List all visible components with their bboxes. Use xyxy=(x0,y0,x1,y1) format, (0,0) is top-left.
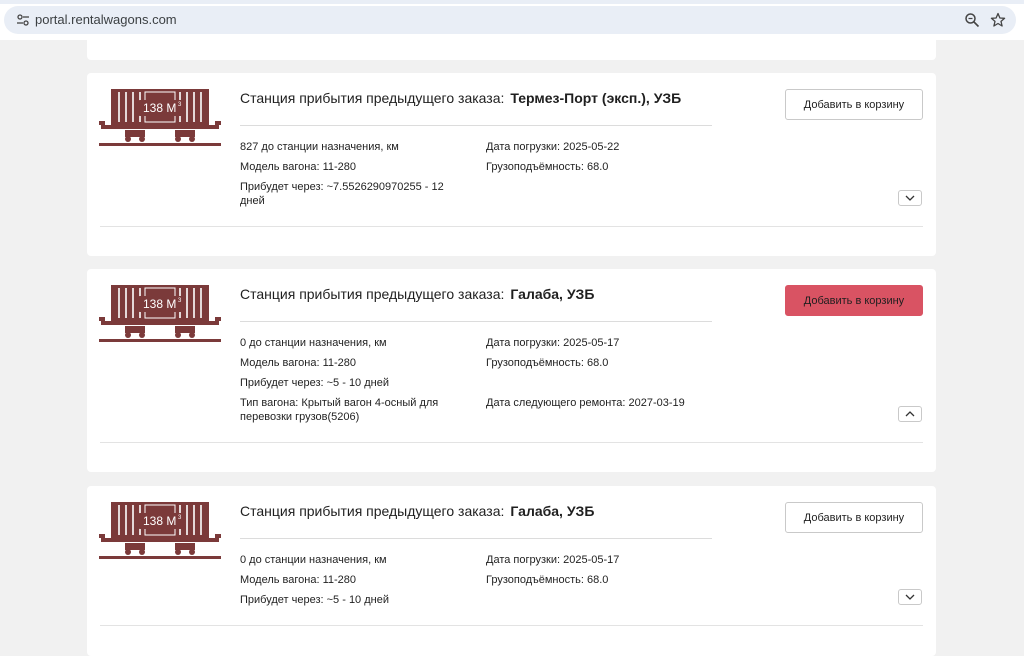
wagon-image: 138 М 3 xyxy=(99,501,221,560)
chevron-up-icon xyxy=(905,411,915,417)
capacity-text: Грузоподъёмность: 68.0 xyxy=(486,357,609,369)
wagon-image: 138 М 3 xyxy=(99,284,221,343)
star-icon[interactable] xyxy=(990,12,1006,28)
browser-top-strip xyxy=(0,0,1024,4)
distance-text: 0 до станции назначения, км xyxy=(240,554,387,566)
model-text: Модель вагона: 11-280 xyxy=(240,574,357,586)
site-info-icon[interactable] xyxy=(16,13,30,27)
model-text: Модель вагона: 11-280 xyxy=(240,161,357,173)
divider xyxy=(240,538,712,539)
arrival-text: Прибудет через: ~7.5526290970255 - 12 дн… xyxy=(240,181,444,207)
add-to-cart-button[interactable]: Добавить в корзину xyxy=(785,89,923,120)
station-line: Станция прибытия предыдущего заказа: Терм… xyxy=(240,90,681,106)
divider xyxy=(240,125,712,126)
divider xyxy=(100,625,923,626)
station-name: Галаба, УЗБ xyxy=(510,286,595,302)
loading-date-text: Дата погрузки: 2025-05-22 xyxy=(486,141,620,153)
divider xyxy=(240,321,712,322)
arrival-text: Прибудет через: ~5 - 10 дней xyxy=(240,594,389,606)
distance-text: 0 до станции назначения, км xyxy=(240,337,387,349)
wagon-image: 138 М 3 xyxy=(99,88,221,147)
loading-date-text: Дата погрузки: 2025-05-17 xyxy=(486,554,620,566)
wagon-card: 138 М 3 Станция прибытия предыдущего зак… xyxy=(87,73,936,256)
wagon-volume-label: 138 М xyxy=(143,297,176,311)
station-line: Станция прибытия предыдущего заказа: Гала… xyxy=(240,286,594,302)
address-bar[interactable]: portal.rentalwagons.com xyxy=(4,6,1016,34)
divider xyxy=(100,442,923,443)
wagon-volume-label: 138 М xyxy=(143,101,176,115)
station-label: Станция прибытия предыдущего заказа: xyxy=(240,286,505,302)
capacity-text: Грузоподъёмность: 68.0 xyxy=(486,574,609,586)
add-to-cart-button[interactable]: Добавить в корзину xyxy=(785,502,923,533)
wagon-card: 138 М 3 Станция прибытия предыдущего зак… xyxy=(87,269,936,472)
capacity-text: Грузоподъёмность: 68.0 xyxy=(486,161,609,173)
wagon-volume-label: 138 М xyxy=(143,514,176,528)
expand-button[interactable] xyxy=(898,190,922,206)
model-text: Модель вагона: 11-280 xyxy=(240,357,357,369)
chevron-down-icon xyxy=(905,195,915,201)
distance-text: 827 до станции назначения, км xyxy=(240,141,399,153)
wagon-card: 138 М 3 Станция прибытия предыдущего зак… xyxy=(87,486,936,656)
arrival-text: Прибудет через: ~5 - 10 дней xyxy=(240,377,389,389)
next-repair-text: Дата следующего ремонта: 2027-03-19 xyxy=(486,397,685,409)
station-name: Галаба, УЗБ xyxy=(510,503,595,519)
wagon-card-partial xyxy=(87,40,936,60)
wagon-type-text: Тип вагона: Крытый вагон 4-осный для пер… xyxy=(240,397,439,423)
station-label: Станция прибытия предыдущего заказа: xyxy=(240,503,505,519)
loading-date-text: Дата погрузки: 2025-05-17 xyxy=(486,337,620,349)
expand-button[interactable] xyxy=(898,589,922,605)
station-name: Термез-Порт (эксп.), УЗБ xyxy=(510,90,682,106)
browser-toolbar: portal.rentalwagons.com xyxy=(0,0,1024,40)
url-text[interactable]: portal.rentalwagons.com xyxy=(35,12,177,27)
divider xyxy=(100,226,923,227)
station-label: Станция прибытия предыдущего заказа: xyxy=(240,90,505,106)
collapse-button[interactable] xyxy=(898,406,922,422)
add-to-cart-button[interactable]: Добавить в корзину xyxy=(785,285,923,316)
zoom-icon[interactable] xyxy=(964,12,980,28)
station-line: Станция прибытия предыдущего заказа: Гала… xyxy=(240,503,594,519)
chevron-down-icon xyxy=(905,594,915,600)
